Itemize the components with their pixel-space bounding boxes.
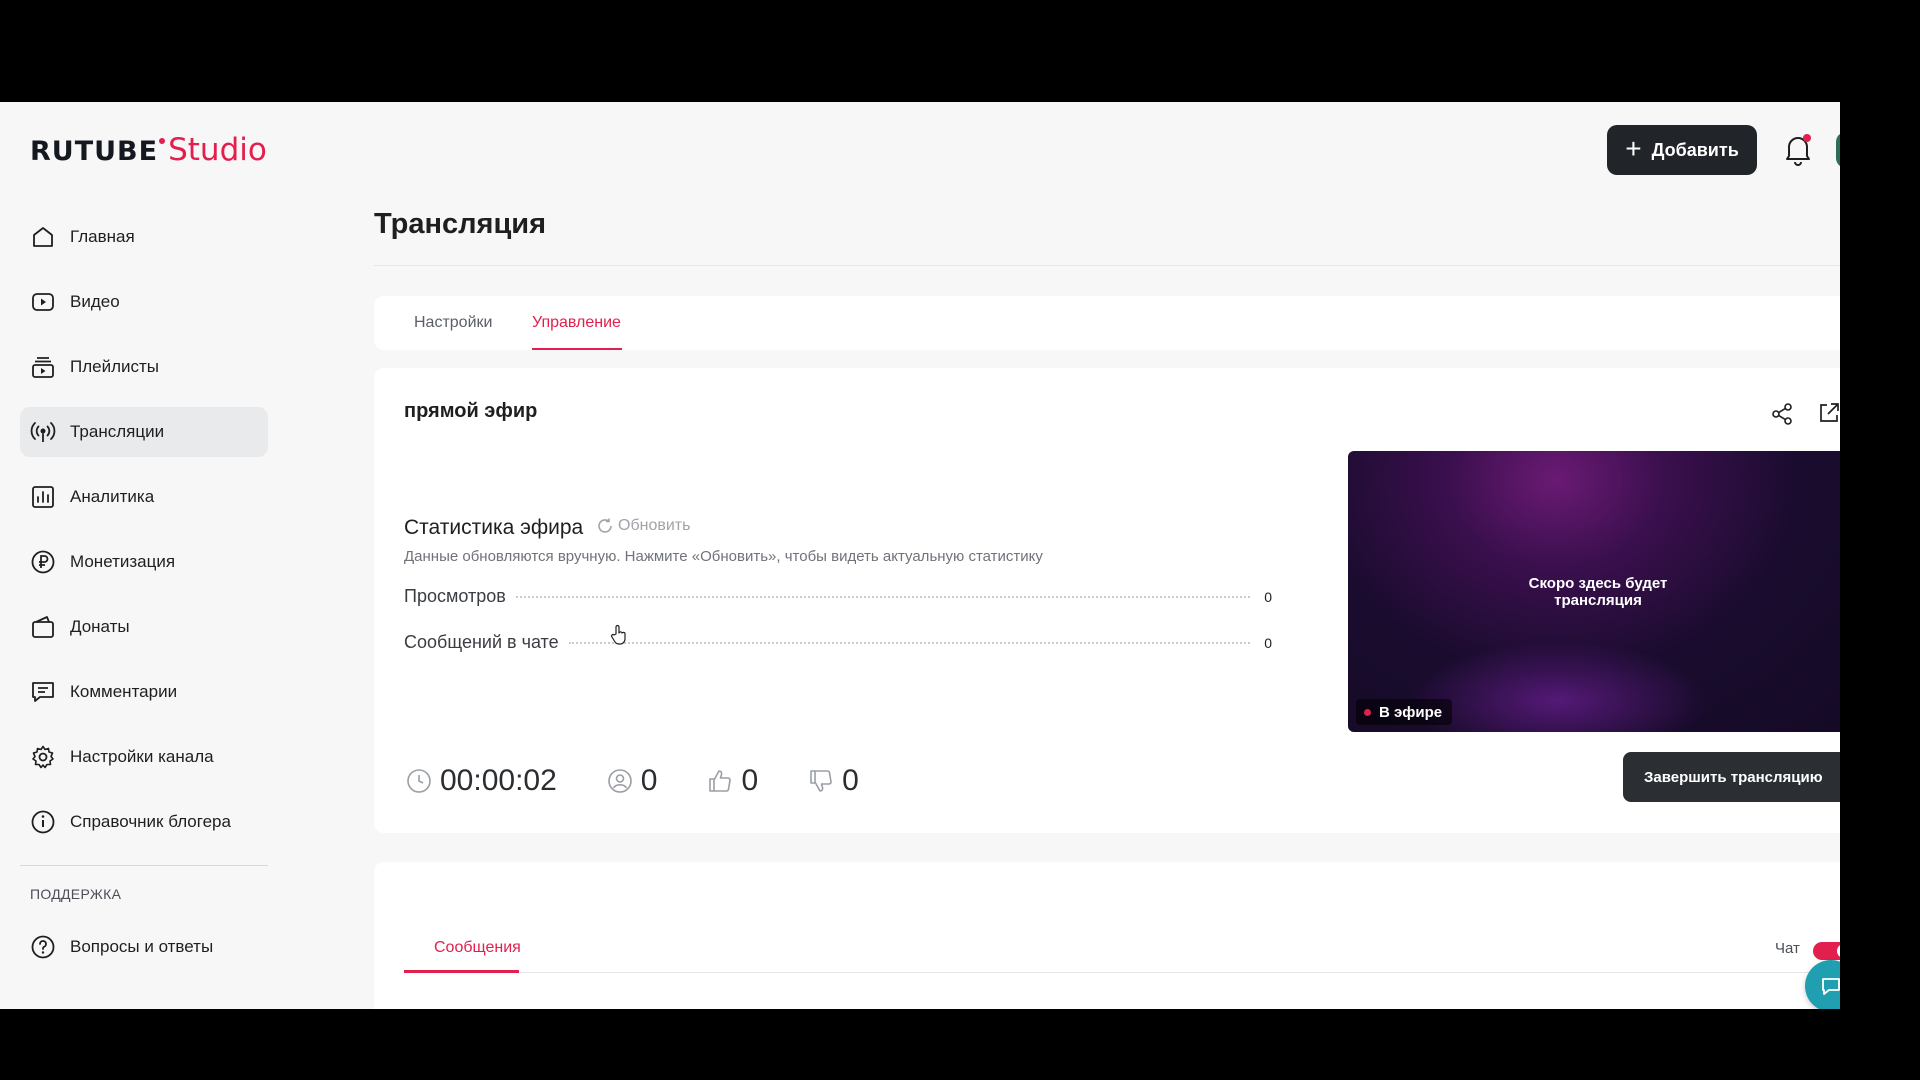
viewer-icon (607, 769, 632, 793)
sidebar-item-label: Комментарии (70, 682, 178, 701)
sidebar-item-video[interactable]: Видео (20, 277, 268, 327)
home-icon (33, 227, 53, 247)
hand-cursor-icon (611, 624, 626, 645)
wallet-icon (32, 616, 54, 638)
dislikes-counter: 0 (808, 764, 859, 798)
tab-messages[interactable]: Сообщения (434, 939, 521, 957)
stats-note: Данные обновляются вручную. Нажмите «Обн… (404, 548, 1043, 565)
external-link-icon[interactable] (1817, 401, 1840, 425)
sidebar-item-blogger-guide[interactable]: Справочник блогера (20, 797, 268, 847)
stat-value: 0 (1264, 589, 1272, 605)
notification-bell-icon[interactable] (1783, 132, 1813, 166)
sidebar-item-monetization[interactable]: Монетизация (20, 537, 268, 587)
ruble-icon (31, 550, 55, 574)
studio-app: RUTUBE Studio + Добавить Главная Видео П… (0, 102, 1840, 1009)
sidebar: Главная Видео Плейлисты Трансляции Анали… (20, 212, 268, 987)
thumbs-down-icon (810, 770, 832, 792)
live-label: В эфире (1379, 703, 1443, 721)
sidebar-item-label: Видео (70, 292, 120, 311)
viewers-value: 0 (640, 764, 658, 797)
analytics-icon (32, 486, 54, 508)
playlist-icon (32, 357, 54, 378)
sidebar-item-label: Вопросы и ответы (70, 937, 214, 956)
stream-preview[interactable]: Скоро здесь будет трансляция В эфире (1348, 451, 1840, 732)
info-icon (31, 810, 55, 834)
page-title: Трансляция (374, 208, 547, 240)
sidebar-item-broadcasts[interactable]: Трансляции (20, 407, 268, 457)
live-dot-icon (1364, 708, 1371, 716)
end-stream-button[interactable]: Завершить трансляцию (1623, 752, 1840, 802)
sidebar-item-label: Трансляции (70, 422, 165, 441)
chat-toggle[interactable] (1813, 942, 1840, 960)
sidebar-divider (20, 865, 268, 866)
active-tab-underline (532, 348, 622, 350)
logo-product: Studio (168, 132, 267, 168)
sidebar-item-label: Плейлисты (70, 357, 160, 376)
stat-row-views: Просмотров 0 (404, 586, 1272, 607)
comment-icon (32, 682, 54, 702)
sidebar-item-label: Монетизация (70, 552, 176, 571)
duration-counter: 00:00:02 (406, 764, 557, 798)
likes-counter: 0 (707, 764, 758, 798)
video-icon (32, 293, 54, 311)
preview-placeholder: Скоро здесь будет трансляция (1528, 575, 1668, 609)
dotted-leader (515, 596, 1250, 598)
thumbs-up-icon (709, 770, 732, 792)
chat-label: Чат (1775, 940, 1800, 957)
tab-settings[interactable]: Настройки (414, 314, 492, 332)
sidebar-item-donations[interactable]: Донаты (20, 602, 268, 652)
add-button-label: Добавить (1651, 139, 1739, 160)
stat-label: Сообщений в чате (404, 632, 559, 652)
dislikes-value: 0 (842, 764, 859, 797)
live-badge: В эфире (1356, 699, 1453, 725)
chat-bubble-icon (1822, 978, 1840, 995)
logo-brand: RUTUBE (30, 136, 159, 167)
sidebar-item-analytics[interactable]: Аналитика (20, 472, 268, 522)
sidebar-item-label: Справочник блогера (70, 812, 231, 831)
sidebar-item-channel-settings[interactable]: Настройки канала (20, 732, 268, 782)
share-icon[interactable] (1769, 401, 1795, 427)
sidebar-item-label: Настройки канала (70, 747, 214, 766)
messages-divider (404, 972, 1840, 973)
live-counters: 00:00:02 0 0 0 (406, 764, 909, 798)
rutube-studio-logo[interactable]: RUTUBE Studio (30, 132, 267, 168)
plus-icon: + (1625, 132, 1642, 164)
sidebar-item-label: Главная (70, 227, 135, 246)
stream-name: прямой эфир (404, 400, 538, 422)
viewers-counter: 0 (607, 764, 658, 798)
stat-value: 0 (1264, 635, 1272, 651)
dotted-leader (568, 642, 1250, 644)
support-section-title: ПОДДЕРЖКА (30, 886, 122, 902)
stat-row-chat-messages: Сообщений в чате 0 (404, 632, 1272, 653)
clock-icon (407, 769, 431, 793)
refresh-icon (598, 518, 612, 533)
sidebar-item-home[interactable]: Главная (20, 212, 268, 262)
sidebar-item-label: Донаты (70, 617, 130, 636)
sidebar-item-playlists[interactable]: Плейлисты (20, 342, 268, 392)
refresh-label: Обновить (618, 517, 691, 534)
refresh-button[interactable]: Обновить (596, 517, 690, 535)
sidebar-item-comments[interactable]: Комментарии (20, 667, 268, 717)
sidebar-item-label: Аналитика (70, 487, 155, 506)
duration-value: 00:00:02 (440, 764, 557, 797)
add-button[interactable]: + Добавить (1607, 125, 1757, 175)
gear-icon (32, 745, 54, 769)
stat-label: Просмотров (404, 586, 506, 606)
likes-value: 0 (741, 764, 759, 797)
broadcast-icon (30, 422, 56, 442)
stream-control-card: прямой эфир Статистика эфира Обновить Да… (374, 368, 1840, 833)
logo-dot (159, 138, 166, 144)
messages-tab-underline (404, 970, 519, 973)
avatar[interactable] (1836, 132, 1840, 168)
sidebar-item-faq[interactable]: Вопросы и ответы (20, 922, 268, 972)
title-divider (374, 265, 1840, 266)
tabs-bar: Настройки Управление (374, 296, 1840, 350)
messages-card: Сообщения Чат (374, 862, 1840, 1009)
question-icon (31, 935, 55, 959)
stats-title: Статистика эфира (404, 516, 584, 539)
tab-management[interactable]: Управление (532, 314, 621, 332)
preview-glow (1408, 641, 1708, 732)
